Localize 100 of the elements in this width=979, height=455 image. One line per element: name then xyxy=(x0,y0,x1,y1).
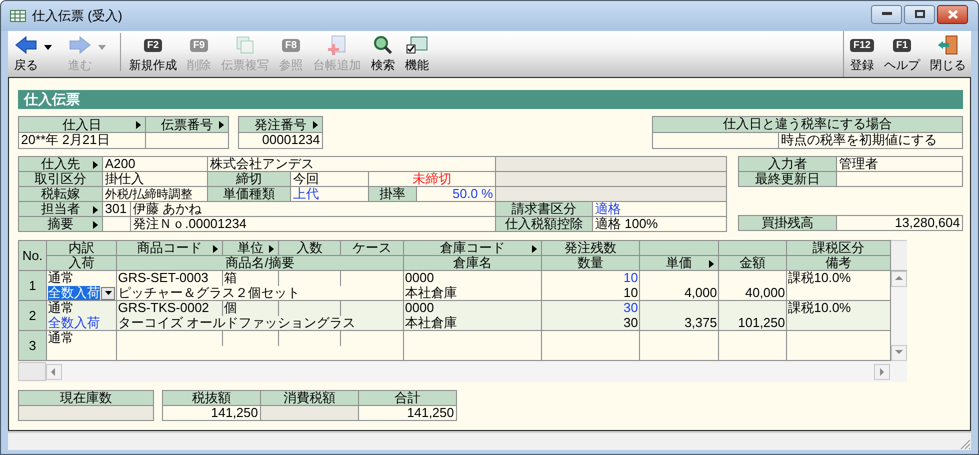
dropdown-caret-icon[interactable] xyxy=(44,45,52,50)
maximize-button[interactable] xyxy=(904,4,935,24)
toolbar-button[interactable]: F1 ヘルプ xyxy=(882,31,922,72)
field-label: 税転嫁 xyxy=(19,187,102,201)
column-header: 課税区分 xyxy=(787,241,891,256)
field-value: 時点の税率を初期値にする xyxy=(779,133,962,148)
row-number: 2 xyxy=(19,301,47,330)
field-label: 摘要 xyxy=(48,217,74,231)
scroll-left-button[interactable] xyxy=(46,364,62,380)
column-header: No. xyxy=(19,241,47,271)
resize-grip-icon[interactable] xyxy=(959,438,971,450)
row-number: 3 xyxy=(19,331,47,360)
field-label: 単価種類 xyxy=(208,187,290,201)
scroll-right-button[interactable] xyxy=(874,364,890,380)
field-value: 00001234 xyxy=(239,133,322,148)
table-row[interactable]: 3 通常 xyxy=(19,331,891,361)
field-label: 買掛残高 xyxy=(739,216,836,230)
scroll-down-button[interactable] xyxy=(891,345,907,361)
toolbar-button[interactable]: 機能 xyxy=(403,31,431,72)
label-cell[interactable]: 発注番号 xyxy=(239,117,322,132)
minimize-icon xyxy=(882,12,892,16)
field-value: 301 xyxy=(103,202,130,216)
field-value: 適格 100% xyxy=(593,217,726,231)
caret-icon xyxy=(709,260,714,268)
table-cell: 本社倉庫 xyxy=(404,316,542,330)
field-label: 取引区分 xyxy=(19,172,102,186)
table-cell: 0000 xyxy=(404,301,542,316)
field-label: 締切 xyxy=(208,172,290,186)
close-button[interactable] xyxy=(937,4,968,24)
table-cell: 101,250 xyxy=(719,316,787,330)
table-cell: ピッチャー＆グラス２個セット xyxy=(117,286,404,300)
table-cell: 0000 xyxy=(404,271,542,286)
vertical-scrollbar[interactable] xyxy=(891,240,907,361)
field-label: 仕入日と違う税率にする場合 xyxy=(653,117,962,132)
table-cell: 通常 xyxy=(47,331,117,346)
column-header: 商品コード xyxy=(137,241,202,255)
column-header: 単価 xyxy=(666,256,692,270)
field-label: 仕入先 xyxy=(41,157,80,171)
section-title: 仕入伝票 xyxy=(18,90,963,109)
field-label: 請求書区分 xyxy=(496,202,592,216)
book-plus-icon xyxy=(327,35,347,55)
horizontal-scrollbar[interactable] xyxy=(18,361,907,382)
column-header: 金額 xyxy=(719,256,787,271)
label-cell[interactable]: 摘要 xyxy=(19,217,102,231)
table-cell: 40,000 xyxy=(719,286,787,300)
column-header: 単位 xyxy=(238,241,264,255)
toolbar-button[interactable]: 検索 xyxy=(369,31,397,72)
field-value: 伊藤 あかね xyxy=(131,202,495,216)
table-cell: 3,375 xyxy=(640,316,719,330)
field-value: 今回 xyxy=(291,172,368,186)
column-header: 内訳 xyxy=(47,241,117,256)
caret-icon xyxy=(104,291,112,295)
field-value: 13,280,604 xyxy=(837,216,962,230)
table-cell: 箱 xyxy=(223,271,279,286)
scrollbar-corner xyxy=(18,362,46,381)
field-value: 外税/払締時調整 xyxy=(103,187,207,201)
spreadsheet-icon xyxy=(10,10,26,22)
table-cell: 本社倉庫 xyxy=(404,286,542,300)
column-header: 入数 xyxy=(279,241,341,256)
dropdown-button[interactable] xyxy=(101,286,115,300)
field-value: 適格 xyxy=(593,202,726,216)
toolbar-button[interactable]: F12 登録 xyxy=(848,31,876,72)
field-value: 発注Ｎｏ.00001234 xyxy=(131,217,495,231)
field-label: 消費税額 xyxy=(261,391,358,405)
field-label: 最終更新日 xyxy=(739,172,836,186)
column-header: 倉庫名 xyxy=(404,256,542,271)
field-label: 現在庫数 xyxy=(19,391,153,405)
field-label: 税抜額 xyxy=(163,391,260,405)
label-cell[interactable]: 伝票番号 xyxy=(146,117,228,132)
table-cell[interactable]: 全数入荷 xyxy=(47,316,117,330)
field-label: 仕入税額控除 xyxy=(496,217,592,231)
left-arrow-icon xyxy=(15,36,37,54)
column-header: 数量 xyxy=(542,256,640,271)
label-cell[interactable]: 仕入先 xyxy=(19,157,102,171)
search-icon xyxy=(373,35,393,55)
table-cell: 30 xyxy=(542,316,640,330)
table-cell: 10 xyxy=(542,286,640,300)
documents-icon xyxy=(235,35,255,55)
field-label: 発注番号 xyxy=(254,118,306,132)
table-cell: 通常 xyxy=(47,301,117,316)
table-cell: 4,000 xyxy=(640,286,719,300)
toolbar-button[interactable]: F2 新規作成 xyxy=(127,31,179,72)
toolbar-button[interactable]: 閉じる xyxy=(928,31,968,72)
field-value: 50.0 % xyxy=(417,187,495,201)
scroll-up-button[interactable] xyxy=(891,271,907,287)
field-value: 掛仕入 xyxy=(103,172,207,186)
toolbar-button[interactable]: 戻る xyxy=(12,31,40,72)
door-arrow-icon xyxy=(937,35,959,55)
label-cell[interactable]: 担当者 xyxy=(19,202,102,216)
field-value: 管理者 xyxy=(837,157,962,171)
field-label: 担当者 xyxy=(41,202,80,216)
table-cell: GRS-TKS-0002 xyxy=(117,301,223,316)
caret-icon xyxy=(269,245,274,253)
caret-icon xyxy=(532,245,537,253)
table-cell: 10 xyxy=(542,271,640,286)
function-key-badge: F1 xyxy=(893,38,911,52)
window-check-icon xyxy=(406,35,428,55)
minimize-button[interactable] xyxy=(871,4,902,24)
label-cell[interactable]: 仕入日 xyxy=(19,117,145,132)
field-value: 141,250 xyxy=(163,406,260,420)
